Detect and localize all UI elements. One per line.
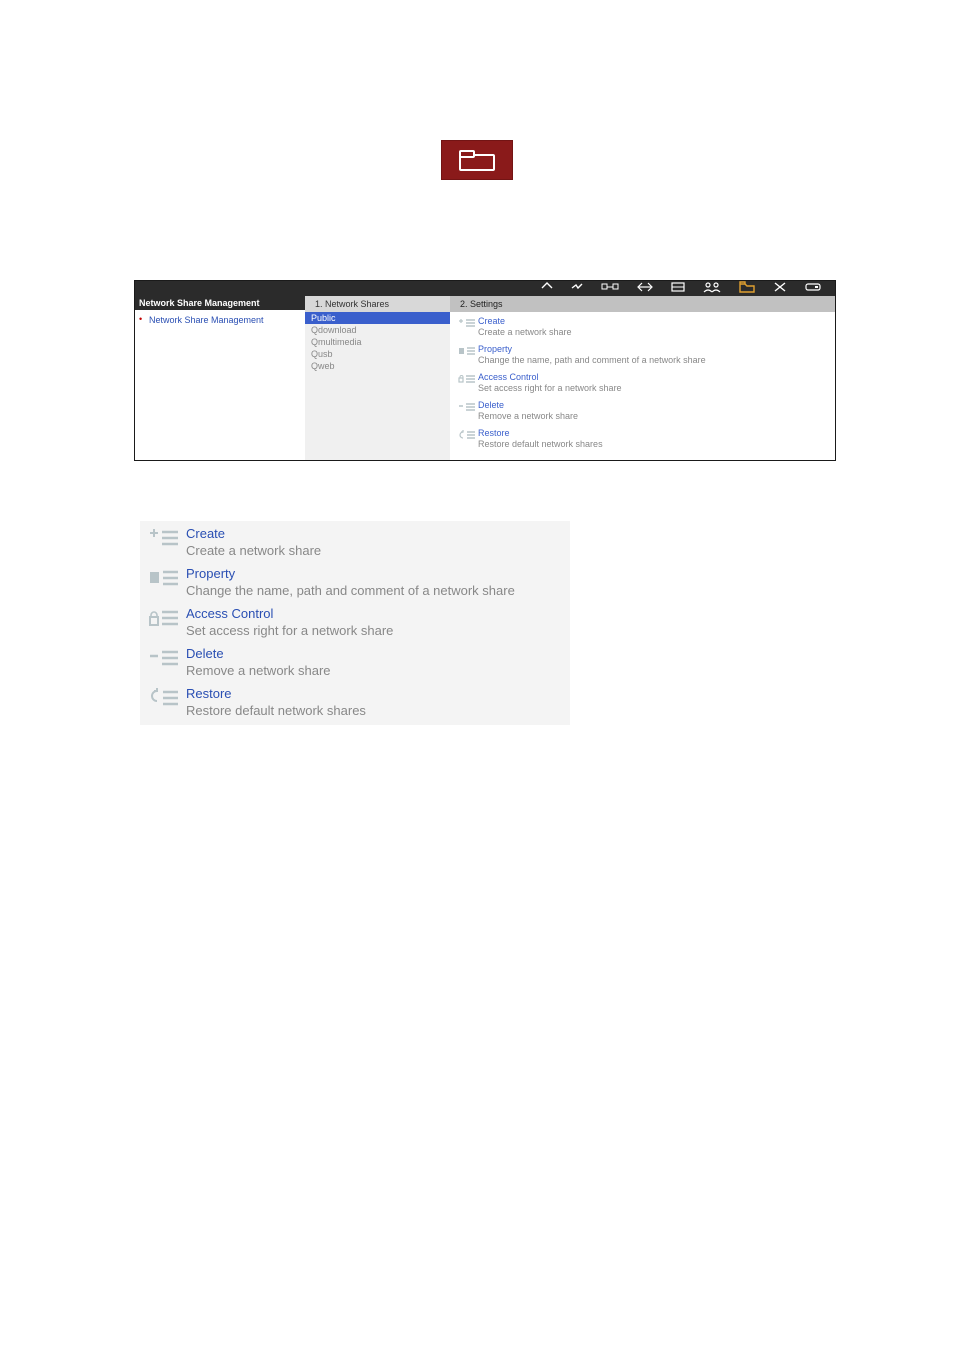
detail-delete-sub: Remove a network share: [186, 662, 331, 679]
action-restore-sub: Restore default network shares: [478, 439, 603, 450]
action-create-title: Create: [478, 316, 572, 327]
share-folder-icon[interactable]: [739, 281, 755, 296]
tab-settings[interactable]: 2. Settings: [450, 296, 513, 312]
action-delete-sub: Remove a network share: [478, 411, 578, 422]
share-item-qdownload[interactable]: Qdownload: [305, 324, 450, 336]
header-folder-badge: [441, 140, 513, 180]
sidebar-title: Network Share Management: [135, 296, 305, 310]
delete-icon: [456, 400, 478, 414]
tab-bar: 1. Network Shares 2. Settings: [305, 296, 835, 312]
action-access[interactable]: Access Control Set access right for a ne…: [456, 372, 829, 394]
detail-property[interactable]: Property Change the name, path and comme…: [140, 563, 570, 603]
device-icon[interactable]: [805, 282, 821, 295]
actions-detail-list: Create Create a network share Property C…: [140, 521, 570, 725]
folder-icon: [459, 149, 495, 171]
network-icon[interactable]: [601, 282, 619, 295]
create-icon: [146, 525, 182, 551]
share-item-public[interactable]: Public: [305, 312, 450, 324]
quick-icon[interactable]: [571, 282, 583, 295]
sidebar-item-share-mgmt[interactable]: Network Share Management: [135, 310, 305, 330]
disk-icon[interactable]: [671, 282, 685, 295]
action-access-sub: Set access right for a network share: [478, 383, 622, 394]
actions-panel: Create Create a network share Property C…: [450, 312, 835, 460]
restore-icon: [146, 685, 182, 711]
share-item-qweb[interactable]: Qweb: [305, 360, 450, 372]
detail-delete-title: Delete: [186, 645, 331, 662]
create-icon: [456, 316, 478, 330]
detail-access-sub: Set access right for a network share: [186, 622, 393, 639]
detail-restore[interactable]: Restore Restore default network shares: [140, 683, 570, 723]
tab-network-shares[interactable]: 1. Network Shares: [305, 296, 450, 312]
delete-icon: [146, 645, 182, 671]
home-icon[interactable]: [541, 281, 553, 296]
action-create[interactable]: Create Create a network share: [456, 316, 829, 338]
top-toolbar: [135, 281, 835, 296]
users-icon[interactable]: [703, 281, 721, 296]
action-property[interactable]: Property Change the name, path and comme…: [456, 344, 829, 366]
detail-property-sub: Change the name, path and comment of a n…: [186, 582, 515, 599]
detail-property-title: Property: [186, 565, 515, 582]
share-item-qmultimedia[interactable]: Qmultimedia: [305, 336, 450, 348]
detail-create[interactable]: Create Create a network share: [140, 523, 570, 563]
action-restore-title: Restore: [478, 428, 603, 439]
detail-restore-title: Restore: [186, 685, 366, 702]
admin-screenshot: Network Share Management Network Share M…: [134, 280, 836, 461]
detail-create-title: Create: [186, 525, 321, 542]
action-create-sub: Create a network share: [478, 327, 572, 338]
detail-create-sub: Create a network share: [186, 542, 321, 559]
action-delete[interactable]: Delete Remove a network share: [456, 400, 829, 422]
detail-restore-sub: Restore default network shares: [186, 702, 366, 719]
access-icon: [146, 605, 182, 631]
access-icon: [456, 372, 478, 386]
action-property-title: Property: [478, 344, 706, 355]
action-property-sub: Change the name, path and comment of a n…: [478, 355, 706, 366]
detail-access-title: Access Control: [186, 605, 393, 622]
arrows-icon[interactable]: [637, 282, 653, 295]
property-icon: [456, 344, 478, 358]
content-area: 1. Network Shares 2. Settings Public Qdo…: [305, 296, 835, 460]
restore-icon: [456, 428, 478, 442]
sidebar: Network Share Management Network Share M…: [135, 296, 305, 460]
detail-access[interactable]: Access Control Set access right for a ne…: [140, 603, 570, 643]
detail-delete[interactable]: Delete Remove a network share: [140, 643, 570, 683]
action-delete-title: Delete: [478, 400, 578, 411]
share-list[interactable]: Public Qdownload Qmultimedia Qusb Qweb: [305, 312, 450, 460]
action-restore[interactable]: Restore Restore default network shares: [456, 428, 829, 450]
action-access-title: Access Control: [478, 372, 622, 383]
property-icon: [146, 565, 182, 591]
share-item-qusb[interactable]: Qusb: [305, 348, 450, 360]
tools-icon[interactable]: [773, 281, 787, 296]
